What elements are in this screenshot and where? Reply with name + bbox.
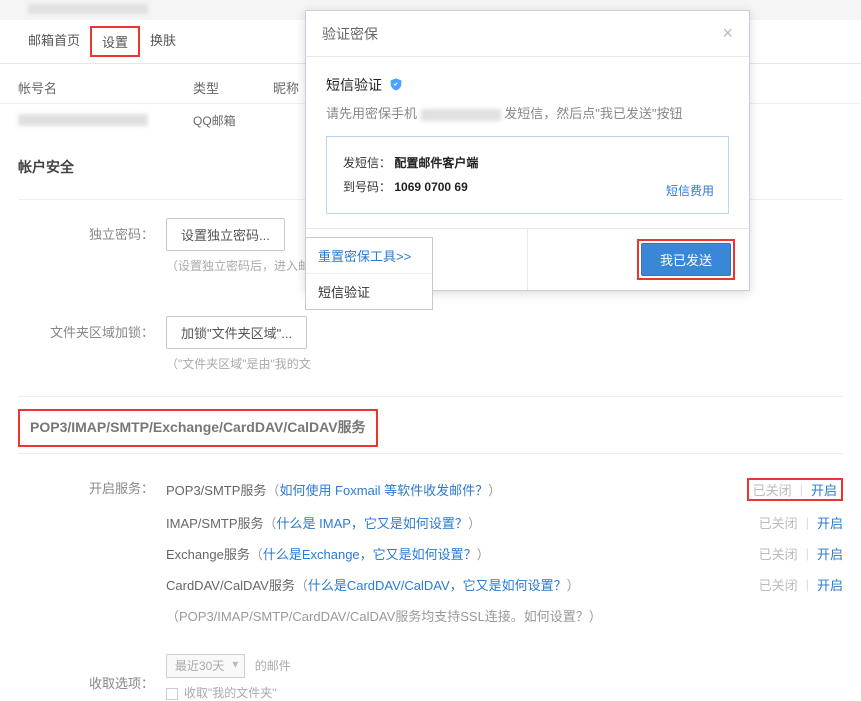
try-other-button[interactable]: 验不了,试试其他▲ [306,229,528,290]
services-title-highlight: POP3/IMAP/SMTP/Exchange/CardDAV/CalDAV服务 [18,409,378,447]
sms-info-box: 发短信： 配置邮件客户端 到号码： 1069 0700 69 短信费用 [326,136,729,214]
modal-title: 验证密保 [322,24,378,44]
open-exchange[interactable]: 开启 [817,544,843,563]
ssl-note: （POP3/IMAP/SMTP/CardDAV/CalDAV服务均支持SSL连接… [166,606,602,625]
open-imap[interactable]: 开启 [817,513,843,532]
lock-folder-button[interactable]: 加锁"文件夹区域"... [166,316,307,349]
caret-up-icon: ▲ [413,254,423,265]
lock-hint: （"文件夹区域"是由"我的文 [166,355,311,372]
label-recv: 收取选项： [18,667,166,692]
close-icon[interactable]: × [722,23,733,44]
shield-icon [388,77,404,93]
tab-skin[interactable]: 换肤 [140,26,186,57]
label-open-service: 开启服务： [18,472,166,497]
verify-modal: 验证密保 × 短信验证 请先用密保手机 发短信，然后点"我已发送"按钮 发短信：… [305,10,750,291]
set-pwd-button[interactable]: 设置独立密码... [166,218,285,251]
sms-cost-link[interactable]: 短信费用 [666,179,714,203]
sms-verify-title: 短信验证 [326,75,382,95]
sent-button-highlight: 我已发送 [637,239,735,280]
th-type: 类型 [193,78,273,97]
status-highlight: 已关闭|开启 [747,478,843,501]
services-title: POP3/IMAP/SMTP/Exchange/CardDAV/CalDAV服务 [24,413,372,441]
help-carddav[interactable]: 什么是CardDAV/CalDAV，它又是如何设置？ [308,575,567,594]
label-folder-lock: 文件夹区域加锁： [18,316,166,341]
help-pop3[interactable]: 如何使用 Foxmail 等软件收发邮件？ [279,480,488,499]
sent-button[interactable]: 我已发送 [641,243,731,276]
account-name-blur [18,114,148,126]
open-carddav[interactable]: 开启 [817,575,843,594]
cell-type: QQ邮箱 [193,112,273,129]
sms-number: 1069 0700 69 [394,180,467,194]
th-account: 帐号名 [18,78,193,97]
sms-hint: 请先用密保手机 发短信，然后点"我已发送"按钮 [326,103,729,122]
recv-myfolder-checkbox[interactable] [166,688,178,700]
open-pop3[interactable]: 开启 [811,480,837,499]
service-imapsmtp: IMAP/SMTP服务 （什么是 IMAP，它又是如何设置？） 已关闭|开启 [166,507,843,538]
recv-select[interactable]: 最近30天 [166,654,245,678]
help-imap[interactable]: 什么是 IMAP，它又是如何设置？ [277,513,468,532]
label-independent-pwd: 独立密码： [18,218,166,243]
tab-home[interactable]: 邮箱首页 [18,26,90,57]
tab-settings[interactable]: 设置 [90,26,140,57]
service-pop3smtp: POP3/SMTP服务 （如何使用 Foxmail 等软件收发邮件？） 已关闭|… [166,472,843,507]
help-exchange[interactable]: 什么是Exchange，它又是如何设置？ [263,544,477,563]
status-closed: 已关闭 [753,480,792,499]
pwd-hint: （设置独立密码后，进入邮 [166,257,310,274]
recv-suffix: 的邮件 [255,659,291,673]
recv-myfolder-label: 收取"我的文件夹" [184,686,277,700]
service-carddav: CardDAV/CalDAV服务 （什么是CardDAV/CalDAV，它又是如… [166,569,843,600]
service-exchange: Exchange服务 （什么是Exchange，它又是如何设置？） 已关闭|开启 [166,538,843,569]
sms-content: 配置邮件客户端 [394,156,478,170]
